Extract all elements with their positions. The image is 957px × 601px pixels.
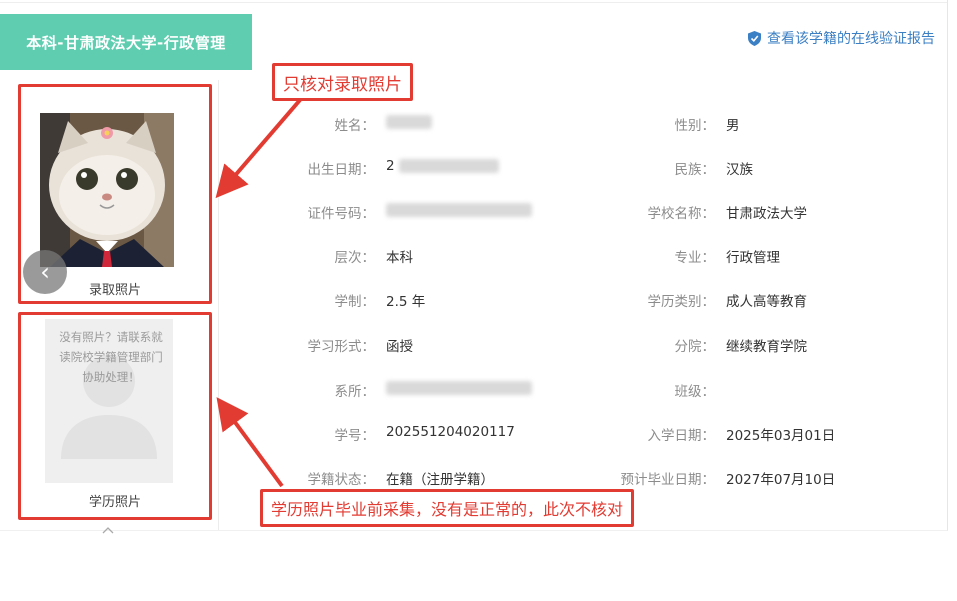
level-value: 本科	[386, 250, 413, 266]
cat-photo-image	[40, 113, 174, 267]
id-label: 证件号码：	[307, 206, 376, 222]
dept-value	[386, 380, 532, 396]
grad-label: 预计毕业日期：	[620, 472, 716, 488]
major-label: 专业：	[674, 250, 716, 266]
education-photo-label: 学历照片	[88, 495, 141, 510]
verify-report-text: 查看该学籍的在线验证报告	[767, 31, 935, 47]
school-label: 学校名称：	[647, 206, 716, 222]
category-value: 成人高等教育	[726, 294, 807, 310]
status-label: 学籍状态：	[307, 472, 376, 488]
birth-value: 2	[386, 158, 499, 174]
dept-label: 系所：	[334, 384, 376, 400]
form-label: 学习形式：	[307, 339, 376, 355]
birth-label: 出生日期：	[307, 162, 376, 178]
id-value	[386, 202, 532, 218]
student-no-value: 202551204020117	[386, 424, 515, 440]
status-value: 在籍（注册学籍）	[386, 472, 494, 488]
major-value: 行政管理	[726, 250, 780, 266]
ethnicity-value: 汉族	[726, 162, 753, 178]
admission-photo	[40, 113, 174, 267]
chevron-left-icon: ‹	[40, 258, 50, 286]
form-value: 函授	[386, 339, 413, 355]
duration-value: 2.5 年	[386, 294, 426, 310]
grad-value: 2027年07月10日	[726, 472, 836, 488]
gender-label: 性别：	[674, 118, 716, 134]
annotation-top: 只核对录取照片	[272, 63, 413, 101]
prev-photo-button[interactable]: ‹	[23, 250, 67, 294]
branch-label: 分院：	[674, 339, 716, 355]
education-photo-placeholder: 没有照片？请联系就读院校学籍管理部门协助处理！	[45, 319, 173, 483]
gender-value: 男	[726, 118, 740, 134]
education-photo-box: 没有照片？请联系就读院校学籍管理部门协助处理！ 学历照片	[18, 312, 212, 520]
branch-value: 继续教育学院	[726, 339, 807, 355]
annotation-bottom: 学历照片毕业前采集，没有是正常的，此次不核对	[260, 489, 635, 527]
school-value: 甘肃政法大学	[726, 206, 807, 222]
photo-column: 录取照片 没有照片？请联系就读院校学籍管理部门协助处理！ 学历照片 ‹	[18, 80, 219, 530]
verify-report-link[interactable]: 查看该学籍的在线验证报告	[748, 28, 935, 48]
record-title-tab[interactable]: 本科-甘肃政法大学-行政管理	[0, 14, 252, 70]
ethnicity-label: 民族：	[674, 162, 716, 178]
chevron-up-icon[interactable]	[102, 526, 114, 534]
name-value	[386, 114, 432, 130]
enroll-value: 2025年03月01日	[726, 428, 836, 444]
level-label: 层次：	[334, 250, 376, 266]
shield-icon	[748, 30, 761, 46]
top-divider	[0, 2, 947, 3]
name-label: 姓名：	[334, 118, 376, 134]
student-no-label: 学号：	[334, 428, 376, 444]
duration-label: 学制：	[334, 294, 376, 310]
class-label: 班级：	[674, 384, 716, 400]
enroll-label: 入学日期：	[647, 428, 716, 444]
category-label: 学历类别：	[647, 294, 716, 310]
no-photo-message: 没有照片？请联系就读院校学籍管理部门协助处理！	[59, 330, 163, 384]
